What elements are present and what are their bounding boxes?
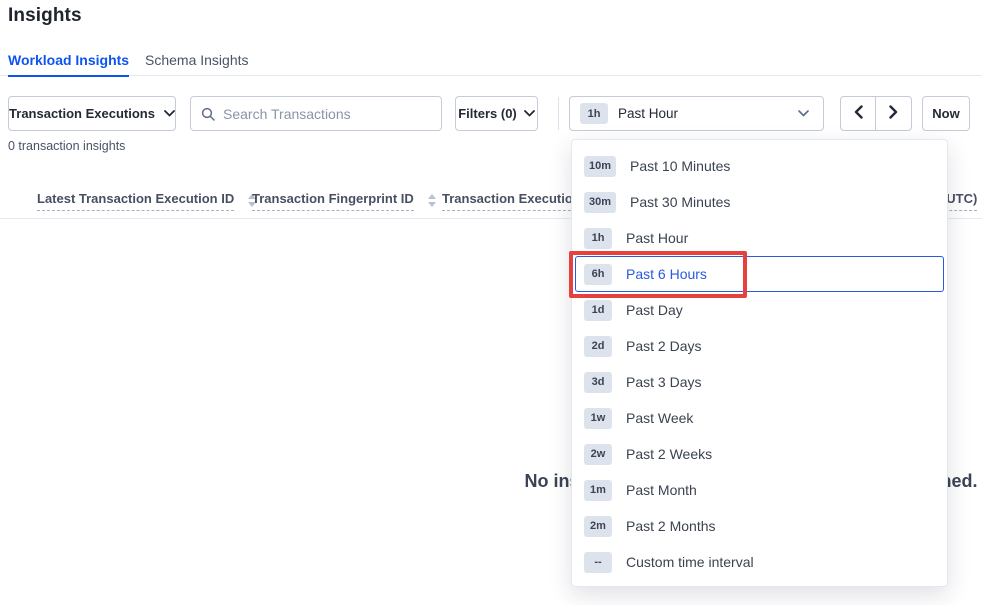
chevron-down-icon — [164, 110, 175, 117]
search-icon — [201, 107, 215, 121]
time-option-past-3-days[interactable]: 3d Past 3 Days — [575, 364, 944, 400]
chevron-down-icon — [798, 110, 809, 117]
search-input[interactable] — [223, 106, 431, 122]
tab-schema-insights[interactable]: Schema Insights — [145, 44, 249, 76]
time-option-past-2-months[interactable]: 2m Past 2 Months — [575, 508, 944, 544]
time-range-selector[interactable]: 1h Past Hour — [569, 96, 824, 131]
time-range-dropdown: 10m Past 10 Minutes 30m Past 30 Minutes … — [571, 139, 948, 587]
insights-page: Insights Workload Insights Schema Insigh… — [0, 0, 982, 605]
time-option-past-10-minutes[interactable]: 10m Past 10 Minutes — [575, 148, 944, 184]
time-option-past-month[interactable]: 1m Past Month — [575, 472, 944, 508]
search-box[interactable] — [190, 96, 442, 131]
view-type-label: Transaction Executions — [9, 106, 155, 121]
filters-label: Filters (0) — [458, 106, 517, 121]
time-option-past-6-hours[interactable]: 6h Past 6 Hours — [575, 256, 944, 292]
time-option-badge: 1h — [584, 228, 612, 249]
tab-schema-insights-label: Schema Insights — [145, 52, 249, 68]
time-next-button[interactable] — [876, 96, 912, 131]
page-title: Insights — [8, 5, 82, 27]
time-option-past-hour[interactable]: 1h Past Hour — [575, 220, 944, 256]
time-option-past-week[interactable]: 1w Past Week — [575, 400, 944, 436]
view-type-dropdown[interactable]: Transaction Executions — [8, 96, 176, 131]
time-range-badge: 1h — [580, 103, 608, 124]
time-option-badge: 2m — [584, 516, 612, 537]
time-option-badge: 2d — [584, 336, 612, 357]
filters-button[interactable]: Filters (0) — [455, 96, 538, 131]
time-option-past-2-weeks[interactable]: 2w Past 2 Weeks — [575, 436, 944, 472]
time-range-label: Past Hour — [618, 106, 678, 121]
time-option-badge: 30m — [584, 192, 616, 213]
now-button[interactable]: Now — [922, 96, 970, 131]
tab-workload-insights[interactable]: Workload Insights — [8, 44, 129, 76]
insights-count: 0 transaction insights — [8, 139, 125, 153]
tab-workload-insights-label: Workload Insights — [8, 52, 129, 68]
time-option-badge: 3d — [584, 372, 612, 393]
time-option-past-30-minutes[interactable]: 30m Past 30 Minutes — [575, 184, 944, 220]
chevron-left-icon — [854, 105, 863, 122]
chevron-down-icon — [524, 110, 535, 117]
time-prev-button[interactable] — [840, 96, 876, 131]
time-option-past-2-days[interactable]: 2d Past 2 Days — [575, 328, 944, 364]
time-option-badge: 1d — [584, 300, 612, 321]
sort-icon[interactable] — [428, 191, 436, 207]
toolbar: Transaction Executions Filters (0) 1h Pa… — [0, 96, 982, 131]
column-header-latest-transaction-execution-id[interactable]: Latest Transaction Execution ID — [37, 191, 256, 211]
time-option-badge: 10m — [584, 156, 616, 177]
time-range-pager — [840, 96, 912, 131]
chevron-right-icon — [889, 105, 898, 122]
time-option-past-day[interactable]: 1d Past Day — [575, 292, 944, 328]
time-option-custom-interval[interactable]: -- Custom time interval — [575, 544, 944, 580]
now-button-label: Now — [932, 106, 959, 121]
tab-bar: Workload Insights Schema Insights — [0, 44, 982, 76]
column-header-transaction-fingerprint-id[interactable]: Transaction Fingerprint ID — [252, 191, 436, 211]
time-option-badge: -- — [584, 552, 612, 573]
time-option-badge: 1w — [584, 408, 612, 429]
time-option-badge: 1m — [584, 480, 612, 501]
toolbar-divider — [558, 97, 559, 130]
time-option-badge: 6h — [584, 264, 612, 285]
time-option-badge: 2w — [584, 444, 612, 465]
